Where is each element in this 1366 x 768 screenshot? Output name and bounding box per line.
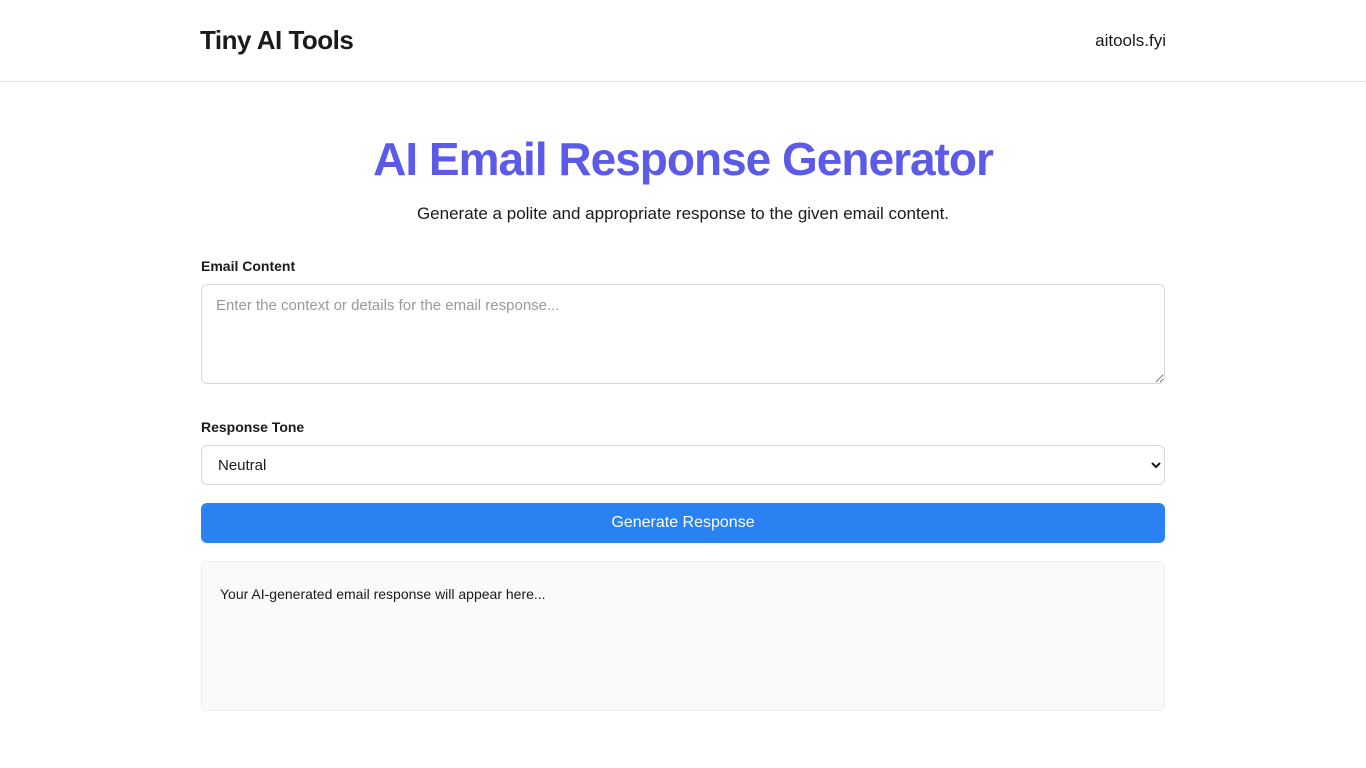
response-tone-label: Response Tone xyxy=(201,419,1165,435)
header: Tiny AI Tools aitools.fyi xyxy=(0,0,1366,82)
brand-title: Tiny AI Tools xyxy=(200,25,353,56)
header-link[interactable]: aitools.fyi xyxy=(1095,31,1166,51)
response-tone-select[interactable]: Neutral xyxy=(201,445,1165,485)
generate-button[interactable]: Generate Response xyxy=(201,503,1165,543)
page-subtitle: Generate a polite and appropriate respon… xyxy=(201,204,1165,224)
main-content: AI Email Response Generator Generate a p… xyxy=(201,82,1165,711)
output-box: Your AI-generated email response will ap… xyxy=(201,561,1165,711)
email-content-input[interactable] xyxy=(201,284,1165,384)
page-title: AI Email Response Generator xyxy=(201,132,1165,186)
email-content-label: Email Content xyxy=(201,258,1165,274)
